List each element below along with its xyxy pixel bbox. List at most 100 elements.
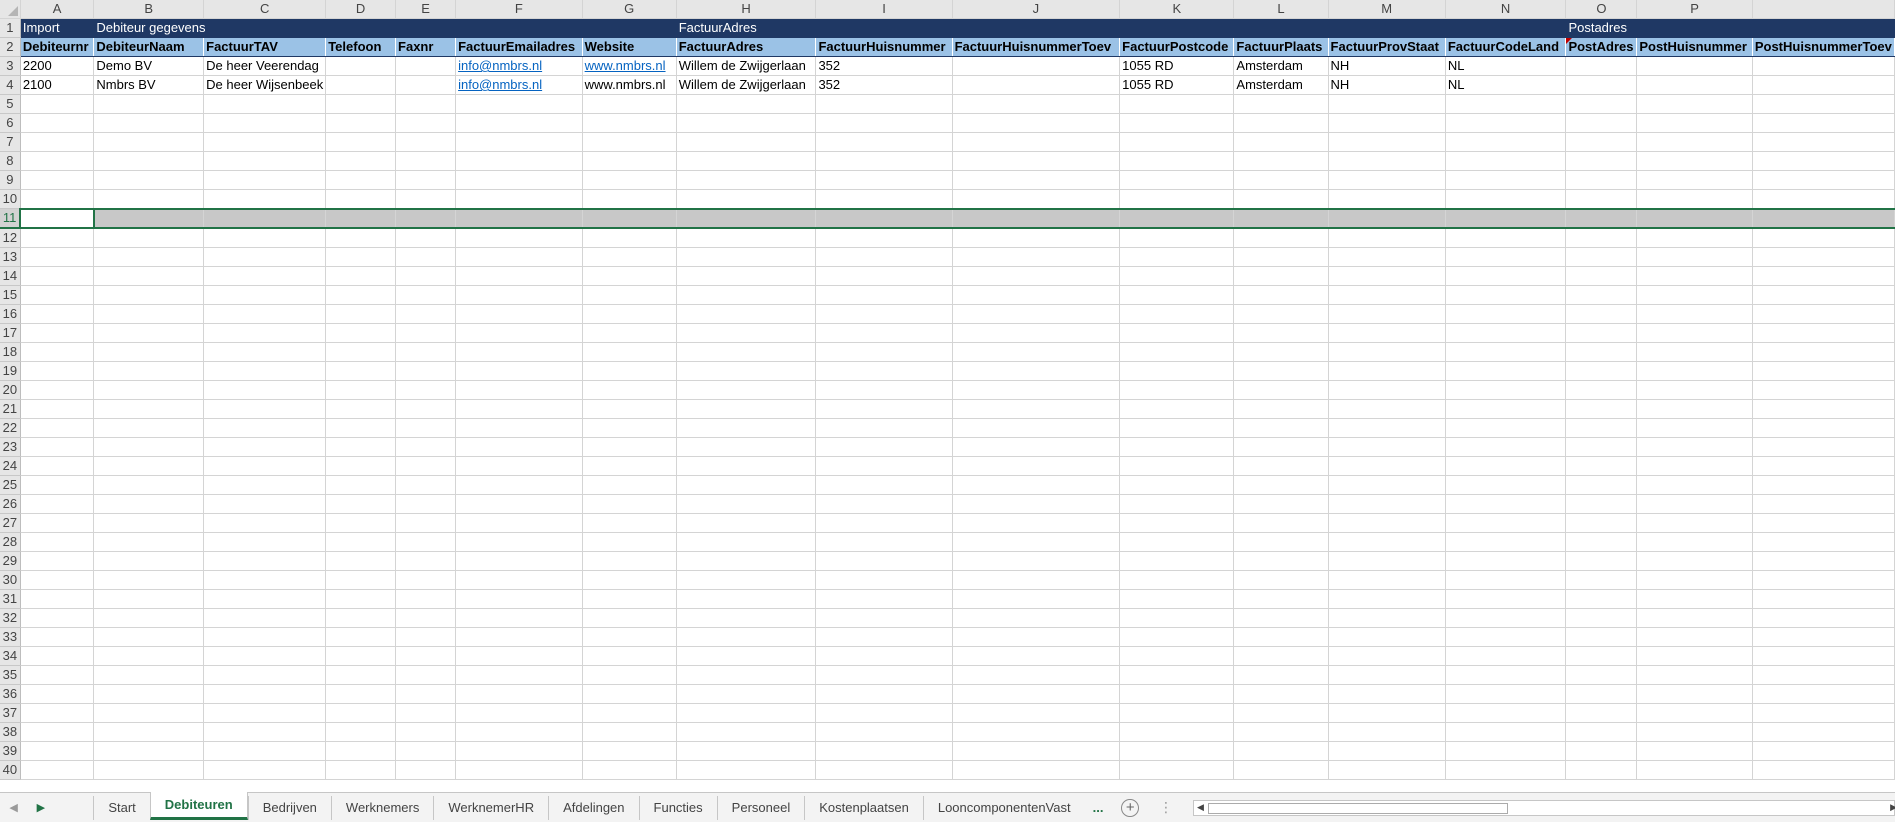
cell[interactable] (952, 551, 1121, 571)
scroll-tabs-left-icon[interactable]: ◀ (0, 801, 27, 814)
cell[interactable] (1565, 94, 1638, 114)
cell[interactable] (1565, 437, 1638, 457)
cell[interactable] (1565, 361, 1638, 381)
cell[interactable] (1752, 627, 1895, 647)
column-header[interactable]: E (395, 0, 457, 19)
cell[interactable] (1119, 456, 1235, 476)
cell[interactable] (1752, 247, 1895, 267)
field-header-cell[interactable]: Debiteurnr (20, 37, 95, 57)
cell[interactable] (1445, 760, 1567, 780)
cell[interactable] (203, 207, 327, 229)
cell[interactable] (455, 361, 583, 381)
cell[interactable] (1565, 170, 1638, 190)
cell[interactable] (93, 532, 205, 552)
cell[interactable] (1445, 494, 1567, 514)
cell[interactable] (1752, 399, 1895, 419)
cell[interactable] (1752, 207, 1895, 229)
cell[interactable] (93, 551, 205, 571)
column-header[interactable]: H (676, 0, 817, 19)
cell[interactable] (395, 266, 457, 286)
cell[interactable] (952, 589, 1121, 609)
cell[interactable] (582, 494, 677, 514)
cell[interactable] (1328, 608, 1446, 628)
cell[interactable] (93, 323, 205, 343)
cell[interactable] (395, 589, 457, 609)
cell[interactable] (203, 551, 327, 571)
cell[interactable] (676, 437, 817, 457)
cell[interactable] (93, 437, 205, 457)
cell[interactable] (203, 94, 327, 114)
cell[interactable] (1328, 132, 1446, 152)
cell[interactable]: www.nmbrs.nl (582, 75, 677, 95)
cell[interactable] (1445, 170, 1567, 190)
cell[interactable]: Willem de Zwijgerlaan (676, 56, 817, 76)
cell[interactable] (325, 113, 397, 133)
tab-kostenplaatsen[interactable]: Kostenplaatsen (804, 795, 923, 820)
cell[interactable] (203, 741, 327, 761)
cell[interactable] (1445, 247, 1567, 267)
cell[interactable] (325, 247, 397, 267)
cell[interactable] (93, 266, 205, 286)
cell[interactable] (1233, 170, 1329, 190)
cell[interactable] (325, 399, 397, 419)
cell[interactable] (93, 113, 205, 133)
cell[interactable] (1565, 189, 1638, 209)
cell[interactable] (582, 589, 677, 609)
cell[interactable] (1636, 56, 1753, 76)
cell[interactable] (952, 665, 1121, 685)
cell[interactable] (1328, 627, 1446, 647)
cell[interactable] (93, 475, 205, 495)
cell[interactable] (1233, 94, 1329, 114)
cell[interactable] (952, 342, 1121, 362)
cell[interactable] (815, 684, 953, 704)
cell[interactable] (455, 132, 583, 152)
cell[interactable] (203, 627, 327, 647)
cell[interactable] (1233, 494, 1329, 514)
cell[interactable] (325, 608, 397, 628)
cell-O1[interactable]: Postadres (1565, 18, 1895, 38)
cell[interactable] (952, 456, 1121, 476)
cell[interactable] (455, 323, 583, 343)
cell[interactable] (395, 285, 457, 305)
cell[interactable] (1233, 703, 1329, 723)
cell[interactable] (203, 266, 327, 286)
scrollbar-thumb[interactable] (1208, 802, 1508, 814)
cell[interactable] (20, 722, 95, 742)
cell[interactable] (952, 361, 1121, 381)
cell[interactable] (582, 608, 677, 628)
cell[interactable] (1752, 494, 1895, 514)
cell[interactable] (676, 228, 817, 248)
cell[interactable] (1328, 589, 1446, 609)
cell[interactable] (1752, 266, 1895, 286)
cell[interactable]: NL (1445, 75, 1567, 95)
cell[interactable] (676, 646, 817, 666)
row-header[interactable]: 18 (0, 342, 21, 362)
cell[interactable] (395, 475, 457, 495)
cell[interactable] (676, 418, 817, 438)
cell[interactable] (93, 589, 205, 609)
cell[interactable] (1752, 228, 1895, 248)
row-header[interactable]: 38 (0, 722, 21, 742)
cell[interactable] (1752, 151, 1895, 171)
cell[interactable] (203, 589, 327, 609)
cell[interactable] (20, 399, 95, 419)
cell[interactable] (455, 207, 583, 229)
cell[interactable]: 352 (815, 75, 953, 95)
cell[interactable]: 1055 RD (1119, 56, 1235, 76)
cell[interactable] (93, 627, 205, 647)
cell[interactable] (1565, 608, 1638, 628)
cell[interactable] (1636, 399, 1753, 419)
cell[interactable] (20, 342, 95, 362)
cell[interactable] (455, 570, 583, 590)
cell[interactable] (815, 703, 953, 723)
cell[interactable] (1752, 361, 1895, 381)
cell[interactable] (952, 646, 1121, 666)
cell[interactable] (1445, 513, 1567, 533)
cell[interactable] (952, 228, 1121, 248)
splitter-handle-icon[interactable]: ⋮ (1159, 799, 1173, 816)
column-header[interactable]: K (1119, 0, 1235, 19)
cell[interactable] (20, 684, 95, 704)
cell[interactable] (952, 703, 1121, 723)
cell[interactable] (676, 494, 817, 514)
cell[interactable] (1565, 684, 1638, 704)
